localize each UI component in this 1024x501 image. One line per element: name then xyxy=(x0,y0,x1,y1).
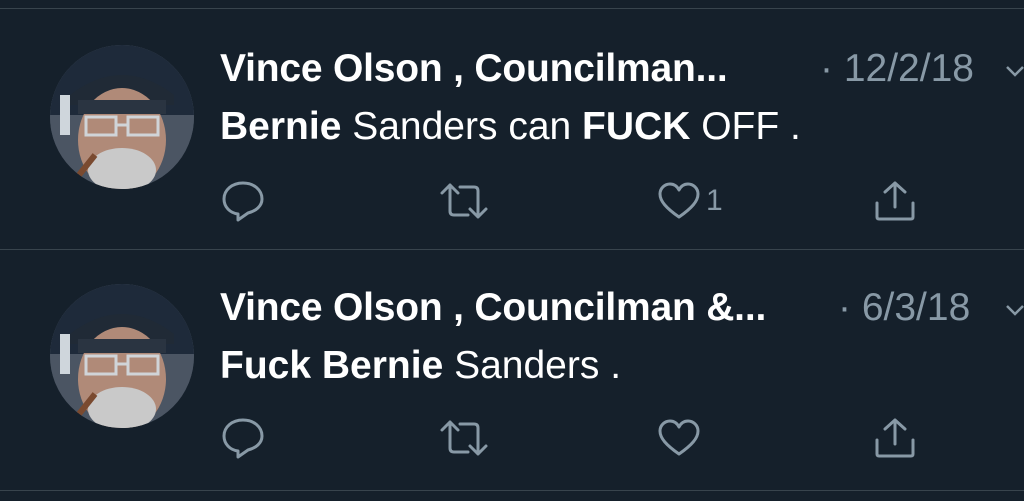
avatar-image xyxy=(50,45,194,189)
text-segment: Sanders . xyxy=(443,344,622,387)
tweet-header: Vince Olson , Councilman... xyxy=(220,47,728,91)
share-button[interactable] xyxy=(872,416,918,460)
retweet-icon xyxy=(440,420,488,456)
retweet-icon xyxy=(440,183,488,219)
tweet-date[interactable]: · 12/2/18 xyxy=(820,47,974,91)
tweet-text: Fuck Bernie Sanders . xyxy=(220,344,621,388)
share-button[interactable] xyxy=(872,179,918,223)
tweet-text: Bernie Sanders can FUCK OFF . xyxy=(220,105,801,149)
text-segment xyxy=(311,344,322,387)
tweet-date[interactable]: · 6/3/18 xyxy=(838,286,970,330)
chevron-down-icon[interactable] xyxy=(1005,64,1024,83)
bottom-divider xyxy=(0,490,1024,491)
like-button[interactable]: 1 xyxy=(656,181,723,221)
like-button[interactable] xyxy=(656,418,706,458)
reply-button[interactable] xyxy=(220,179,266,223)
text-segment: Bernie xyxy=(321,344,444,387)
like-count: 1 xyxy=(706,184,723,217)
share-icon xyxy=(875,181,915,221)
tweet-header: Vince Olson , Councilman &... xyxy=(220,286,766,330)
text-segment: Bernie xyxy=(220,105,342,148)
tweet[interactable]: Vince Olson , Councilman &... · 6/3/18 F… xyxy=(0,250,1024,488)
avatar[interactable] xyxy=(50,284,194,428)
reply-icon xyxy=(222,418,264,459)
avatar-image xyxy=(50,284,194,428)
retweet-button[interactable] xyxy=(438,418,490,458)
author-name[interactable]: Vince Olson , Councilman... xyxy=(220,47,728,90)
retweet-button[interactable] xyxy=(438,181,490,221)
text-segment: FUCK xyxy=(582,105,691,148)
heart-icon xyxy=(658,182,700,219)
heart-icon xyxy=(658,419,700,456)
avatar[interactable] xyxy=(50,45,194,189)
text-segment: Sanders can xyxy=(341,105,583,148)
tweet[interactable]: Vince Olson , Councilman... · 12/2/18 Be… xyxy=(0,9,1024,247)
text-segment: Fuck xyxy=(220,344,312,387)
reply-icon xyxy=(222,181,264,222)
chevron-down-icon[interactable] xyxy=(1005,303,1024,322)
author-name[interactable]: Vince Olson , Councilman &... xyxy=(220,286,766,329)
text-segment: OFF . xyxy=(690,105,801,148)
share-icon xyxy=(875,418,915,458)
reply-button[interactable] xyxy=(220,416,266,460)
